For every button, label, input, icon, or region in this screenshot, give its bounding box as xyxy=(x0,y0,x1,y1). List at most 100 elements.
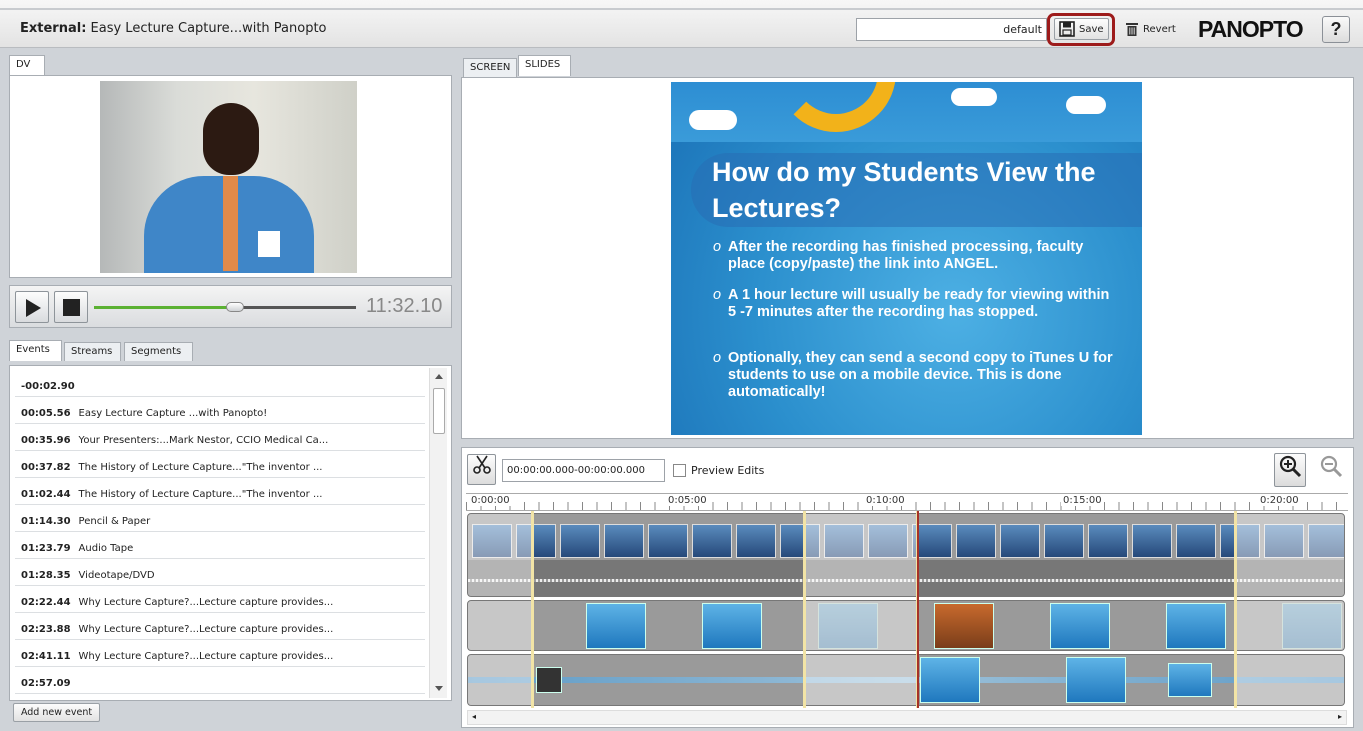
slides-track[interactable] xyxy=(467,600,1345,651)
cut-button[interactable] xyxy=(467,454,496,485)
trimmed-region xyxy=(1236,655,1344,705)
player-controls: 11:32.10 xyxy=(9,285,452,328)
session-title-prefix: External: xyxy=(20,21,87,36)
event-label: Videotape/DVD xyxy=(78,570,155,581)
event-time: 02:57.09 xyxy=(21,678,71,689)
slide-thumbnail[interactable] xyxy=(702,603,762,649)
event-row[interactable]: 02:41.11 Why Lecture Capture?...Lecture c… xyxy=(15,640,425,667)
slide-bullet: A 1 hour lecture will usually be ready f… xyxy=(711,287,1121,321)
revert-button[interactable]: Revert xyxy=(1120,18,1184,40)
timeline-playhead[interactable] xyxy=(917,511,919,708)
event-row[interactable]: 00:05.56 Easy Lecture Capture ...with Pan… xyxy=(15,397,425,424)
event-time: 01:14.30 xyxy=(21,516,71,527)
screen-track[interactable] xyxy=(467,654,1345,706)
save-icon xyxy=(1059,21,1075,37)
cut-end-handle[interactable] xyxy=(803,511,806,708)
slide-thumbnail[interactable] xyxy=(934,603,994,649)
presenter-tie xyxy=(223,176,238,271)
video-thumbnail xyxy=(1044,524,1084,558)
event-row[interactable]: 00:35.96 Your Presenters:...Mark Nestor, … xyxy=(15,424,425,451)
stop-icon xyxy=(63,299,80,316)
event-time: 02:41.11 xyxy=(21,651,71,662)
seek-progress xyxy=(94,306,236,309)
slide-preview: How do my Students View the Lectures? Af… xyxy=(671,82,1142,435)
cut-end-handle[interactable] xyxy=(1234,511,1237,708)
scroll-up-icon[interactable] xyxy=(435,374,443,379)
add-event-button[interactable]: Add new event xyxy=(13,703,100,722)
event-label: Audio Tape xyxy=(78,543,134,554)
event-label: Pencil & Paper xyxy=(78,516,151,527)
video-thumbnail xyxy=(604,524,644,558)
preview-edits-checkbox[interactable] xyxy=(673,464,686,477)
tab-events[interactable]: Events xyxy=(9,340,62,361)
screen-thumbnail[interactable] xyxy=(920,657,980,703)
ruler-label: 0:05:00 xyxy=(666,495,709,506)
event-row[interactable]: 01:02.44 The History of Lecture Capture..… xyxy=(15,478,425,505)
save-button[interactable]: Save xyxy=(1054,18,1109,40)
video-thumbnail xyxy=(1088,524,1128,558)
timeline-ruler[interactable] xyxy=(466,493,1348,511)
zoom-out-button[interactable] xyxy=(1315,453,1347,487)
trimmed-region xyxy=(1236,514,1344,596)
trash-icon xyxy=(1126,23,1138,36)
zoom-in-button[interactable] xyxy=(1274,453,1306,487)
slide-thumbnail[interactable] xyxy=(1050,603,1110,649)
event-label: The History of Lecture Capture..."The in… xyxy=(78,489,323,500)
trimmed-region xyxy=(805,601,917,650)
ruler-label: 0:00:00 xyxy=(469,495,512,506)
scroll-right-icon[interactable]: ▸ xyxy=(1338,712,1342,721)
event-row[interactable]: -00:02.90 xyxy=(15,370,425,397)
slide-bullet: Optionally, they can send a second copy … xyxy=(711,350,1121,401)
save-label: Save xyxy=(1079,23,1104,35)
screen-thumbnail[interactable] xyxy=(536,667,562,693)
event-time: -00:02.90 xyxy=(21,381,75,392)
event-time: 02:23.88 xyxy=(21,624,71,635)
event-row[interactable]: 02:57.09 xyxy=(15,667,425,694)
stop-button[interactable] xyxy=(54,291,88,323)
event-label: The History of Lecture Capture..."The in… xyxy=(78,462,323,473)
play-button[interactable] xyxy=(15,291,49,323)
edit-range-field[interactable]: 00:00:00.000-00:00:00.000 xyxy=(502,459,665,482)
events-list: -00:02.90 00:05.56 Easy Lecture Capture ..… xyxy=(9,365,452,701)
video-thumbnail xyxy=(560,524,600,558)
seek-handle[interactable] xyxy=(226,302,245,312)
cloud-graphic xyxy=(689,110,737,130)
scroll-thumb[interactable] xyxy=(433,388,445,434)
trimmed-region xyxy=(468,655,532,705)
tab-screen[interactable]: SCREEN xyxy=(463,58,517,77)
event-time: 00:05.56 xyxy=(21,408,71,419)
video-thumbnail xyxy=(648,524,688,558)
event-row[interactable]: 01:14.30 Pencil & Paper xyxy=(15,505,425,532)
event-time: 00:35.96 xyxy=(21,435,71,446)
help-button[interactable]: ? xyxy=(1322,16,1350,43)
event-row[interactable]: 01:28.35 Videotape/DVD xyxy=(15,559,425,586)
video-thumbnail xyxy=(1132,524,1172,558)
event-row[interactable]: 02:22.44 Why Lecture Capture?...Lecture c… xyxy=(15,586,425,613)
slide-thumbnail[interactable] xyxy=(1166,603,1226,649)
video-track[interactable] xyxy=(467,513,1345,597)
scroll-left-icon[interactable]: ◂ xyxy=(472,712,476,721)
screen-thumbnail[interactable] xyxy=(1066,657,1126,703)
events-scrollbar[interactable] xyxy=(429,368,447,698)
session-title-text: Easy Lecture Capture...with Panopto xyxy=(90,21,327,36)
presenter-video xyxy=(100,81,357,273)
event-row[interactable]: 00:37.82 The History of Lecture Capture..… xyxy=(15,451,425,478)
event-row[interactable]: 01:23.79 Audio Tape xyxy=(15,532,425,559)
slide-thumbnail[interactable] xyxy=(586,603,646,649)
tab-segments[interactable]: Segments xyxy=(124,342,193,361)
layout-select[interactable]: default xyxy=(856,18,1047,41)
presenter-head xyxy=(203,103,259,175)
trimmed-region xyxy=(805,655,917,705)
event-row[interactable]: 02:23.88 Why Lecture Capture?...Lecture c… xyxy=(15,613,425,640)
ruler-label: 0:15:00 xyxy=(1061,495,1104,506)
panopto-logo: PANOPTO xyxy=(1198,16,1304,42)
cut-start-handle[interactable] xyxy=(531,511,534,708)
timeline-scrollbar[interactable]: ◂ ▸ xyxy=(467,710,1347,725)
scroll-down-icon[interactable] xyxy=(435,686,443,691)
tab-dv[interactable]: DV xyxy=(9,55,45,76)
screen-thumbnail[interactable] xyxy=(1168,663,1212,697)
event-label: Why Lecture Capture?...Lecture capture p… xyxy=(78,624,334,635)
tab-streams[interactable]: Streams xyxy=(64,342,121,361)
tab-slides[interactable]: SLIDES xyxy=(518,55,571,76)
seek-bar[interactable] xyxy=(94,302,356,312)
